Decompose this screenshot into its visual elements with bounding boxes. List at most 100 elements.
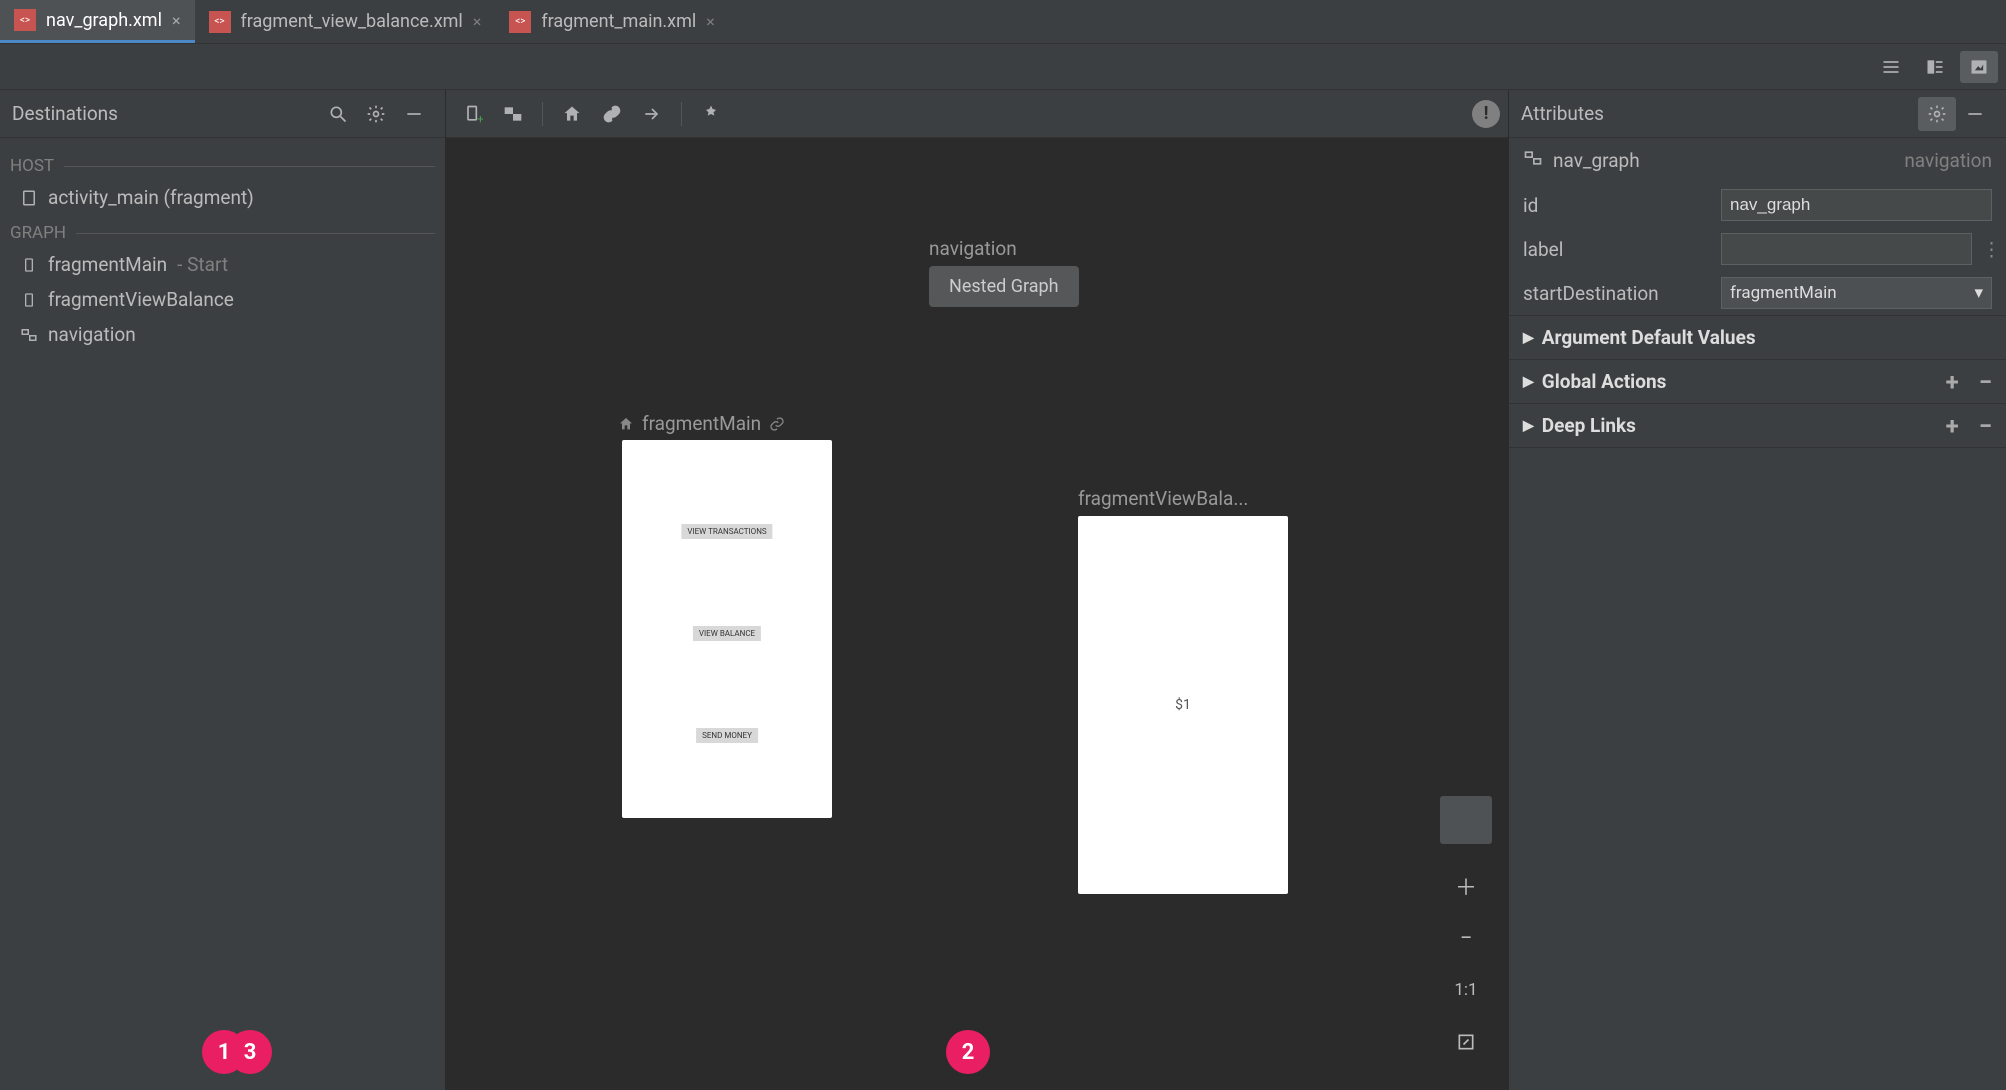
action-icon[interactable] (633, 97, 671, 131)
graph-item-label: fragmentViewBalance (48, 288, 234, 311)
fragment-view-balance-label: fragmentViewBala... (1078, 487, 1248, 510)
start-destination-select[interactable]: fragmentMain ▾ (1721, 277, 1992, 309)
phone-icon (20, 256, 38, 274)
fragment-main-node[interactable]: VIEW TRANSACTIONS VIEW BALANCE SEND MONE… (622, 440, 832, 818)
id-input[interactable] (1721, 189, 1992, 221)
activity-icon (20, 189, 38, 207)
zoom-toolbar: ＋ − 1:1 (1440, 796, 1492, 1066)
fragment-view-balance-node[interactable]: $1 (1078, 516, 1288, 894)
tab-label: fragment_view_balance.xml (241, 11, 463, 32)
minimize-icon[interactable] (1956, 97, 1994, 131)
destinations-content: HOST activity_main (fragment) GRAPH frag… (0, 138, 445, 362)
tab-fragment-main[interactable]: <> fragment_main.xml × (495, 0, 728, 43)
element-type: navigation (1904, 149, 1992, 172)
attr-row-label: label ⋮ (1509, 227, 2006, 271)
zoom-out-button[interactable]: − (1440, 914, 1492, 962)
mock-button: SEND MONEY (696, 728, 758, 743)
graph-editor-panel: + ! (446, 90, 1508, 1090)
destinations-header: Destinations (0, 90, 445, 138)
add-icon[interactable]: + (1946, 375, 1959, 389)
tab-fragment-view-balance[interactable]: <> fragment_view_balance.xml × (195, 0, 496, 43)
section-label: Deep Links (1542, 414, 1636, 437)
attr-label: startDestination (1523, 282, 1711, 305)
attribute-element-header: nav_graph navigation (1509, 138, 2006, 183)
pan-button[interactable] (1440, 796, 1492, 844)
svg-text:+: + (477, 112, 483, 124)
annotation-marker-3: 3 (228, 1030, 272, 1074)
graph-item-label: fragmentMain (48, 253, 167, 276)
attr-row-id: id (1509, 183, 2006, 227)
connection-lines (446, 138, 746, 288)
gear-icon[interactable] (357, 97, 395, 131)
mock-balance-text: $1 (1175, 697, 1191, 713)
link-icon (769, 416, 785, 432)
attr-label: id (1523, 194, 1711, 217)
graph-item-fragment-view-balance[interactable]: fragmentViewBalance (0, 282, 445, 317)
dropdown-icon: ▾ (1974, 283, 1983, 303)
home-icon (618, 416, 634, 432)
close-icon[interactable]: × (473, 12, 482, 31)
xml-icon: <> (209, 11, 231, 33)
close-icon[interactable]: × (172, 11, 181, 30)
nested-icon (1523, 148, 1543, 173)
phone-icon (20, 291, 38, 309)
expand-icon: ▶ (1523, 418, 1534, 434)
tab-nav-graph[interactable]: <> nav_graph.xml × (0, 0, 195, 43)
remove-icon[interactable]: − (1979, 375, 1992, 389)
graph-section-label: GRAPH (0, 215, 445, 247)
attributes-content: nav_graph navigation id label ⋮ startDes… (1509, 138, 2006, 448)
auto-arrange-icon[interactable] (692, 97, 730, 131)
graph-item-label: navigation (48, 323, 136, 346)
destinations-panel: Destinations HOST activity_main (fragmen… (0, 90, 446, 1090)
close-icon[interactable]: × (706, 12, 715, 31)
host-item-label: activity_main (fragment) (48, 186, 254, 209)
annotation-marker-2: 2 (946, 1030, 990, 1074)
search-icon[interactable] (319, 97, 357, 131)
gear-icon[interactable] (1918, 97, 1956, 131)
zoom-fit-button[interactable] (1440, 1018, 1492, 1066)
destinations-title: Destinations (12, 102, 319, 125)
attributes-header: Attributes (1509, 90, 2006, 138)
tabs-bar: <> nav_graph.xml × <> fragment_view_bala… (0, 0, 2006, 44)
graph-item-navigation[interactable]: navigation (0, 317, 445, 352)
link-icon[interactable] (593, 97, 631, 131)
more-icon[interactable]: ⋮ (1982, 238, 1992, 261)
warning-icon[interactable]: ! (1472, 100, 1500, 128)
add-icon[interactable]: + (1946, 419, 1959, 433)
editor-toolbar: + ! (446, 90, 1508, 138)
minimize-icon[interactable] (395, 97, 433, 131)
nested-icon (20, 326, 38, 344)
host-section-label: HOST (0, 148, 445, 180)
mock-button: VIEW BALANCE (693, 626, 761, 641)
graph-item-suffix: - Start (177, 253, 228, 276)
graph-item-fragment-main[interactable]: fragmentMain - Start (0, 247, 445, 282)
host-item[interactable]: activity_main (fragment) (0, 180, 445, 215)
attr-row-start-destination: startDestination fragmentMain ▾ (1509, 271, 2006, 315)
home-icon[interactable] (553, 97, 591, 131)
tab-label: nav_graph.xml (46, 10, 162, 31)
viewmode-bar (0, 44, 2006, 90)
nested-graph-icon[interactable] (494, 97, 532, 131)
section-label: Argument Default Values (1542, 326, 1756, 349)
zoom-reset-button[interactable]: 1:1 (1440, 966, 1492, 1014)
xml-icon: <> (14, 9, 36, 31)
split-view-button[interactable] (1916, 51, 1954, 83)
expand-icon: ▶ (1523, 330, 1534, 346)
remove-icon[interactable]: − (1979, 419, 1992, 433)
nav-node-label: navigation (929, 237, 1017, 260)
section-deep-links[interactable]: ▶ Deep Links + − (1509, 403, 2006, 448)
label-input[interactable] (1721, 233, 1972, 265)
section-global-actions[interactable]: ▶ Global Actions + − (1509, 359, 2006, 403)
graph-canvas[interactable]: navigation Nested Graph fragmentMain VIE… (446, 138, 1508, 1090)
attributes-panel: Attributes nav_graph navigation id labe (1508, 90, 2006, 1090)
nested-graph-node[interactable]: Nested Graph (929, 266, 1079, 307)
code-view-button[interactable] (1872, 51, 1910, 83)
fragment-main-label: fragmentMain (618, 412, 785, 435)
zoom-in-button[interactable]: ＋ (1440, 862, 1492, 910)
new-destination-icon[interactable]: + (454, 97, 492, 131)
design-view-button[interactable] (1960, 51, 1998, 83)
xml-icon: <> (509, 11, 531, 33)
attr-label: label (1523, 238, 1711, 261)
section-argument-default-values[interactable]: ▶ Argument Default Values (1509, 315, 2006, 359)
tab-label: fragment_main.xml (541, 11, 696, 32)
